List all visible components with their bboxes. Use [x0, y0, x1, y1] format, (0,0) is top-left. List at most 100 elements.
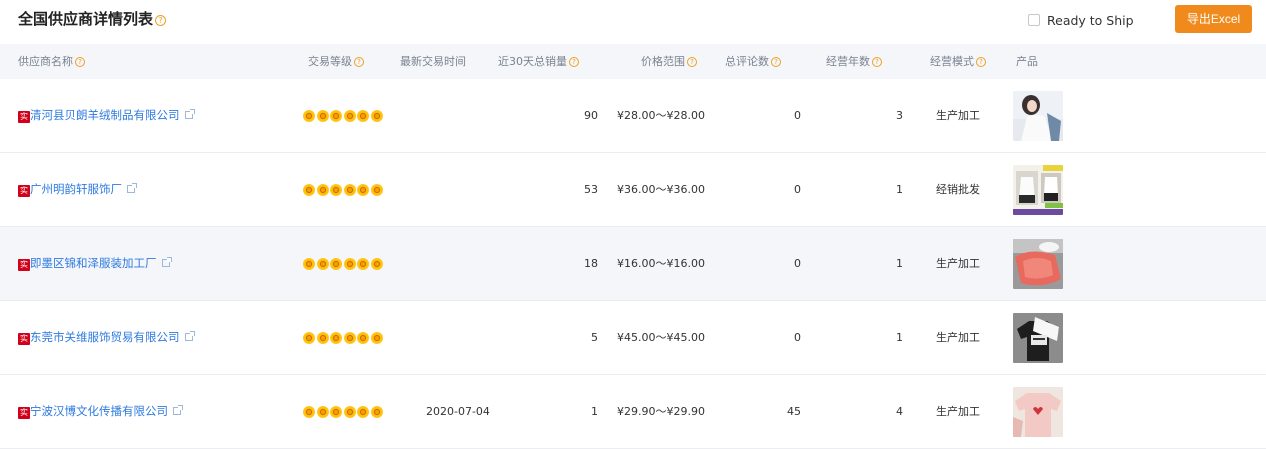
verified-badge: 实 — [18, 333, 30, 345]
business-mode: 生产加工 — [936, 405, 980, 418]
supplier-name[interactable]: 东莞市关维服饰贸易有限公司 — [30, 330, 180, 344]
help-icon[interactable]: ? — [976, 57, 986, 67]
verified-badge: 实 — [18, 259, 30, 271]
years-in-business: 3 — [896, 109, 903, 122]
years-in-business: 1 — [896, 331, 903, 344]
external-link-icon[interactable] — [184, 331, 195, 341]
product-image — [1013, 239, 1063, 289]
business-mode: 经销批发 — [936, 183, 980, 196]
product-image — [1013, 91, 1063, 141]
table-header: 供应商名称? 交易等级? 最新交易时间 近30天总销量? 价格范围? 总评论数?… — [0, 44, 1266, 79]
rating-star-icon — [330, 184, 343, 196]
supplier-link[interactable]: 实广州明韵轩服饰厂 — [18, 153, 137, 226]
supplier-link[interactable]: 实即墨区锦和泽服装加工厂 — [18, 227, 172, 300]
product-thumbnail[interactable] — [1013, 91, 1063, 141]
trade-level-stars — [303, 258, 385, 270]
trade-level-stars — [303, 110, 385, 122]
col-mode: 经营模式? — [930, 44, 986, 79]
export-excel-button[interactable]: 导出Excel — [1175, 5, 1252, 33]
table-row: 实东莞市关维服饰贸易有限公司 5 ¥45.00～¥45.00 0 1 生产加工 — [0, 301, 1266, 375]
price-range: ¥45.00～¥45.00 — [617, 331, 705, 344]
product-thumbnail[interactable] — [1013, 239, 1063, 289]
rating-star-icon — [316, 184, 329, 196]
verified-badge: 实 — [18, 185, 30, 197]
price-range: ¥28.00～¥28.00 — [617, 109, 705, 122]
rating-star-icon — [357, 406, 370, 418]
help-icon[interactable]: ? — [155, 15, 167, 26]
rating-star-icon — [357, 332, 370, 344]
review-count: 0 — [794, 331, 801, 344]
rating-star-icon — [370, 258, 383, 270]
help-icon[interactable]: ? — [872, 57, 882, 67]
price-range: ¥29.90～¥29.90 — [617, 405, 705, 418]
table-row: 实即墨区锦和泽服装加工厂 18 ¥16.00～¥16.00 0 1 生产加工 — [0, 227, 1266, 301]
col-latest-trade: 最新交易时间 — [400, 55, 466, 68]
help-icon[interactable]: ? — [75, 57, 85, 67]
supplier-name[interactable]: 宁波汉博文化传播有限公司 — [30, 404, 168, 418]
review-count: 0 — [794, 183, 801, 196]
page-header: 全国供应商详情列表? Ready to Ship 导出Excel — [0, 0, 1266, 44]
help-icon[interactable]: ? — [569, 57, 579, 67]
table-row: 实宁波汉博文化传播有限公司 2020-07-04 1 ¥29.90～¥29.90… — [0, 375, 1266, 449]
col-price-range-label: 价格范围 — [641, 55, 685, 68]
rating-star-icon — [370, 110, 383, 122]
years-in-business: 4 — [896, 405, 903, 418]
supplier-name[interactable]: 即墨区锦和泽服装加工厂 — [30, 256, 157, 270]
trade-level-stars — [303, 406, 385, 418]
external-link-icon[interactable] — [184, 109, 195, 119]
rating-star-icon — [370, 184, 383, 196]
product-thumbnail[interactable] — [1013, 165, 1063, 215]
ready-to-ship-label[interactable]: Ready to Ship — [1047, 13, 1134, 28]
sales-30d: 18 — [584, 257, 598, 270]
supplier-name[interactable]: 广州明韵轩服饰厂 — [30, 182, 122, 196]
rating-star-icon — [303, 406, 315, 418]
price-range: ¥16.00～¥16.00 — [617, 257, 705, 270]
col-reviews-label: 总评论数 — [725, 55, 769, 68]
rating-star-icon — [343, 406, 356, 418]
rating-star-icon — [343, 184, 356, 196]
business-mode: 生产加工 — [936, 109, 980, 122]
rating-star-icon — [343, 258, 356, 270]
page-title-text: 全国供应商详情列表 — [18, 10, 154, 28]
rating-star-icon — [316, 258, 329, 270]
help-icon[interactable]: ? — [771, 57, 781, 67]
rating-star-icon — [343, 332, 356, 344]
supplier-link[interactable]: 实清河县贝朗羊绒制品有限公司 — [18, 79, 195, 152]
business-mode: 生产加工 — [936, 257, 980, 270]
supplier-link[interactable]: 实宁波汉博文化传播有限公司 — [18, 375, 183, 448]
review-count: 45 — [787, 405, 801, 418]
rating-star-icon — [303, 110, 315, 122]
latest-trade-time: 2020-07-04 — [426, 405, 490, 418]
supplier-link[interactable]: 实东莞市关维服饰贸易有限公司 — [18, 301, 195, 374]
col-trade-level-label: 交易等级 — [308, 55, 352, 68]
col-mode-label: 经营模式 — [930, 55, 974, 68]
rating-star-icon — [316, 110, 329, 122]
price-range: ¥36.00～¥36.00 — [617, 183, 705, 196]
external-link-icon[interactable] — [173, 405, 183, 415]
rating-star-icon — [330, 258, 343, 270]
col-reviews: 总评论数? — [725, 44, 781, 79]
supplier-name[interactable]: 清河县贝朗羊绒制品有限公司 — [30, 108, 180, 122]
help-icon[interactable]: ? — [687, 57, 697, 67]
external-link-icon[interactable] — [161, 257, 172, 267]
rating-star-icon — [316, 406, 329, 418]
sales-30d: 1 — [591, 405, 598, 418]
sales-30d: 5 — [591, 331, 598, 344]
help-icon[interactable]: ? — [354, 57, 364, 67]
ready-to-ship-filter[interactable]: Ready to Ship — [1028, 12, 1134, 28]
rating-star-icon — [330, 406, 343, 418]
external-link-icon[interactable] — [127, 183, 137, 193]
years-in-business: 1 — [896, 183, 903, 196]
ready-to-ship-checkbox[interactable] — [1028, 14, 1040, 26]
product-thumbnail[interactable] — [1013, 387, 1063, 437]
sales-30d: 90 — [584, 109, 598, 122]
rating-star-icon — [370, 406, 383, 418]
col-supplier-label: 供应商名称 — [18, 55, 73, 68]
col-trade-level: 交易等级? — [308, 44, 364, 79]
trade-level-stars — [303, 332, 385, 344]
product-image — [1013, 313, 1063, 363]
product-image — [1013, 165, 1063, 215]
col-sales-30d: 近30天总销量? — [498, 44, 579, 79]
product-image — [1013, 387, 1063, 437]
product-thumbnail[interactable] — [1013, 313, 1063, 363]
